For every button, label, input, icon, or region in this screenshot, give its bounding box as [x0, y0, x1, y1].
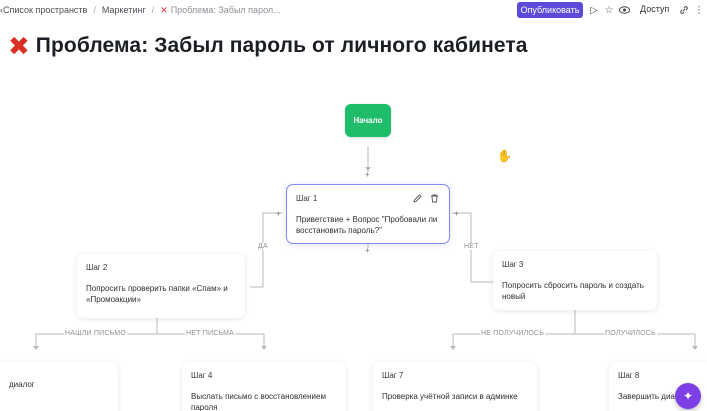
step-title: Шаг 3: [502, 260, 524, 269]
magic-wand-icon: ✦: [682, 389, 694, 403]
add-node-icon[interactable]: +: [365, 170, 370, 179]
add-node-icon[interactable]: +: [276, 209, 281, 218]
edge-label-not-worked: НЕ ПОЛУЧИЛОСЬ: [480, 330, 546, 337]
step-4-card[interactable]: Шаг 4 Выслать письмо с восстановлением п…: [182, 362, 346, 411]
step-title: Шаг 7: [382, 371, 404, 380]
step-1-card[interactable]: Шаг 1 Приветствие + Вопрос "Пробовали ли…: [286, 184, 450, 244]
step-text: диалог: [9, 380, 35, 389]
step-text: Попросить проверить папки «Спам» и «Пром…: [86, 283, 228, 305]
edge-label-no: НЕТ: [463, 243, 480, 250]
edge-label-found-mail: НАШЛИ ПИСЬМО: [64, 330, 127, 337]
step-title: Шаг 8: [618, 371, 640, 380]
pencil-icon[interactable]: [412, 194, 422, 204]
step-end-card[interactable]: диалог: [0, 362, 118, 411]
edge-label-yes: ДА: [257, 243, 269, 250]
step-title: Шаг 2: [86, 263, 108, 272]
step-title: Шаг 4: [191, 371, 213, 380]
edge-label-worked: ПОЛУЧИЛОСЬ: [604, 330, 657, 337]
start-node[interactable]: Начало: [345, 104, 391, 137]
edge-label-no-mail: НЕТ ПИСЬМА: [185, 330, 236, 337]
step-3-card[interactable]: Шаг 3 Попросить сбросить пароль и создат…: [493, 251, 657, 310]
trash-icon[interactable]: [429, 194, 439, 204]
step-7-card[interactable]: Шаг 7 Проверка учётной записи в админке: [373, 362, 537, 411]
step-2-card[interactable]: Шаг 2 Попросить проверить папки «Спам» и…: [77, 254, 245, 318]
add-node-icon[interactable]: +: [454, 209, 459, 218]
magic-wand-fab-button[interactable]: ✦: [675, 383, 701, 409]
step-text: Проверка учётной записи в админке: [382, 391, 518, 401]
step-text: Приветствие + Вопрос "Пробовали ли восст…: [296, 214, 438, 236]
step-text: Попросить сбросить пароль и создать новы…: [502, 280, 644, 302]
step-text: Выслать письмо с восстановлением пароля: [191, 391, 326, 411]
hand-cursor-icon: ✋: [497, 149, 512, 163]
add-node-icon[interactable]: +: [365, 246, 370, 255]
